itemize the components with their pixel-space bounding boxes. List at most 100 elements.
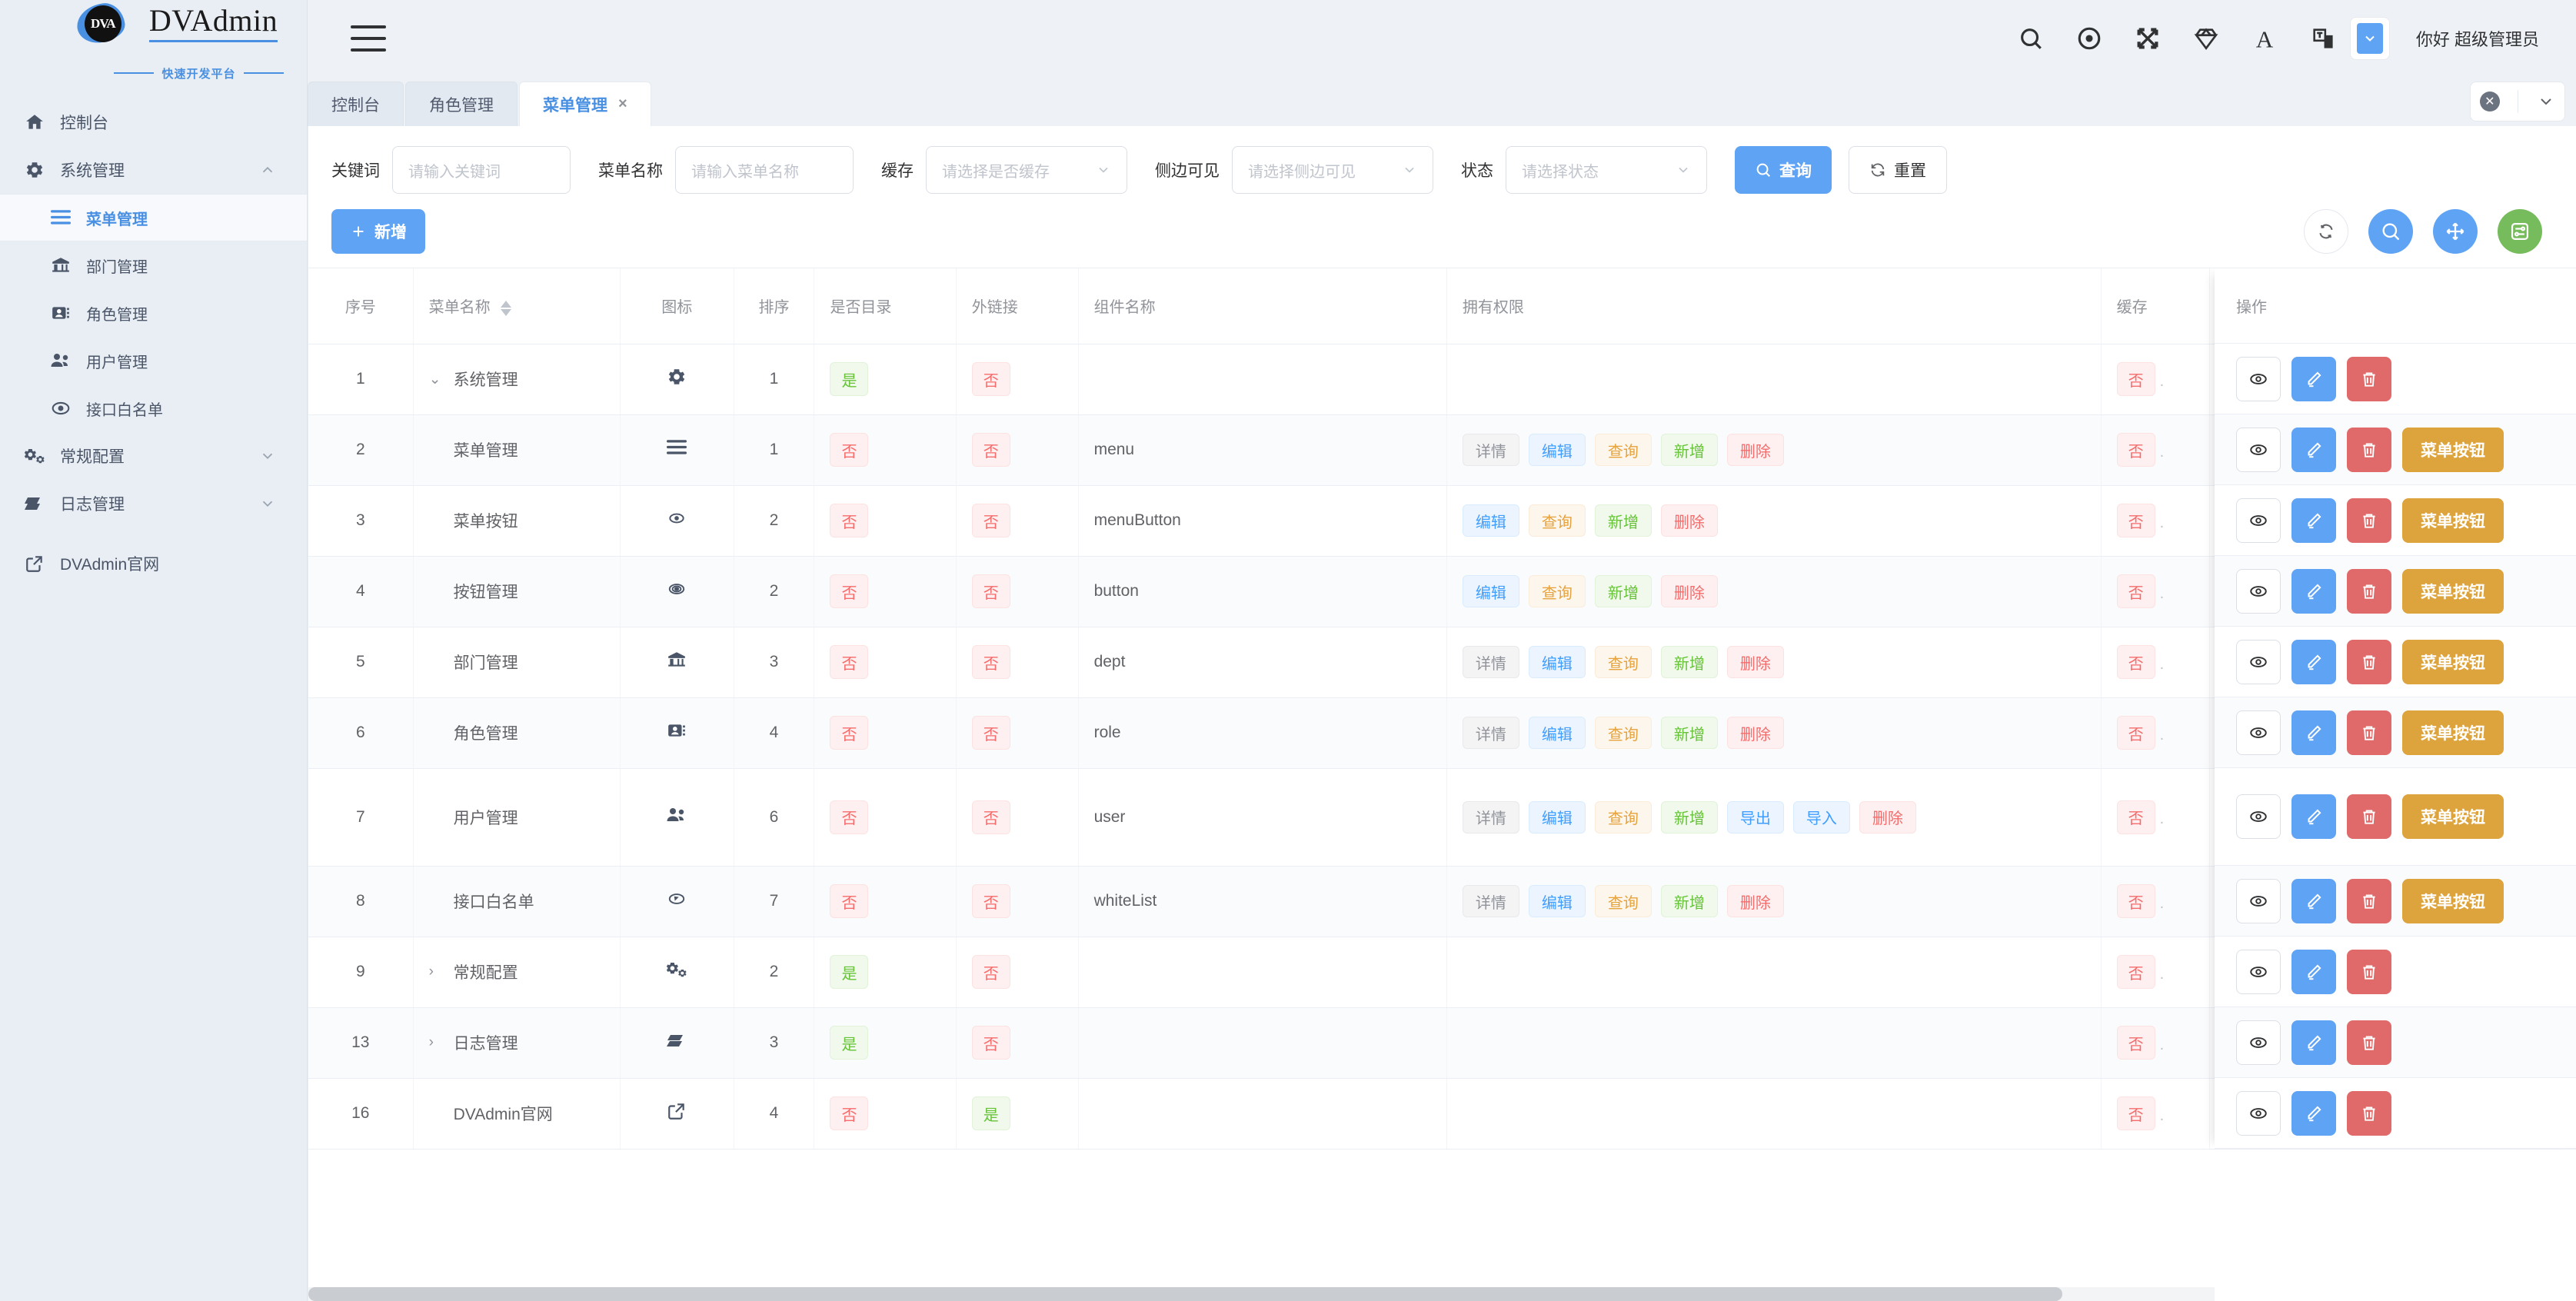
status-select[interactable]: 请选择状态 — [1506, 146, 1707, 194]
permission-tag[interactable]: 新增 — [1660, 434, 1718, 466]
permission-tag[interactable]: 详情 — [1462, 717, 1519, 749]
columns-settings-icon[interactable] — [2498, 209, 2542, 254]
permission-tag[interactable]: 查询 — [1594, 717, 1652, 749]
tab-role-management[interactable]: 角色管理 — [405, 82, 518, 126]
delete-button[interactable] — [2347, 794, 2391, 839]
menu-name-input[interactable]: 请输入菜单名称 — [675, 146, 854, 194]
permission-tag[interactable]: 编辑 — [1528, 717, 1586, 749]
sidebar-item-dashboard[interactable]: 控制台 — [0, 98, 307, 146]
view-button[interactable] — [2236, 356, 2281, 401]
permission-tag[interactable]: 详情 — [1462, 434, 1519, 466]
close-icon[interactable]: × — [618, 95, 627, 113]
menu-button-action[interactable]: 菜单按钮 — [2402, 710, 2504, 755]
delete-button[interactable] — [2347, 568, 2391, 614]
move-icon[interactable] — [2433, 209, 2478, 254]
permission-tag[interactable]: 查询 — [1528, 575, 1586, 607]
cache-select[interactable]: 请选择是否缓存 — [926, 146, 1127, 194]
permission-tag[interactable]: 查询 — [1528, 504, 1586, 537]
close-all-tabs-icon[interactable]: ✕ — [2479, 92, 2500, 111]
permission-tag[interactable]: 查询 — [1594, 646, 1652, 678]
edit-button[interactable] — [2291, 878, 2336, 923]
search-icon[interactable] — [2368, 209, 2413, 254]
side-visible-select[interactable]: 请选择侧边可见 — [1232, 146, 1433, 194]
menu-button-action[interactable]: 菜单按钮 — [2402, 794, 2504, 839]
menu-button-action[interactable]: 菜单按钮 — [2402, 427, 2504, 472]
edit-button[interactable] — [2291, 949, 2336, 994]
edit-button[interactable] — [2291, 427, 2336, 472]
permission-tag[interactable]: 删除 — [1726, 885, 1784, 917]
edit-button[interactable] — [2291, 1090, 2336, 1136]
menu-button-action[interactable]: 菜单按钮 — [2402, 568, 2504, 614]
view-button[interactable] — [2236, 639, 2281, 684]
edit-button[interactable] — [2291, 497, 2336, 543]
view-button[interactable] — [2236, 427, 2281, 472]
view-button[interactable] — [2236, 710, 2281, 755]
search-button[interactable]: 查询 — [1735, 146, 1832, 194]
edit-button[interactable] — [2291, 1020, 2336, 1065]
permission-tag[interactable]: 删除 — [1726, 717, 1784, 749]
row-expander-icon[interactable]: › — [429, 963, 443, 980]
delete-button[interactable] — [2347, 1020, 2391, 1065]
permission-tag[interactable]: 删除 — [1859, 800, 1916, 834]
permission-tag[interactable]: 删除 — [1726, 646, 1784, 678]
permission-tag[interactable]: 详情 — [1462, 885, 1519, 917]
permission-tag[interactable]: 新增 — [1660, 800, 1718, 834]
edit-button[interactable] — [2291, 794, 2336, 839]
permission-tag[interactable]: 查询 — [1594, 434, 1652, 466]
permission-tag[interactable]: 删除 — [1660, 575, 1718, 607]
permission-tag[interactable]: 编辑 — [1528, 434, 1586, 466]
sidebar-item-menu-management[interactable]: 菜单管理 — [0, 194, 307, 241]
delete-button[interactable] — [2347, 710, 2391, 755]
target-icon[interactable] — [2076, 25, 2102, 52]
delete-button[interactable] — [2347, 497, 2391, 543]
horizontal-scrollbar[interactable] — [308, 1287, 2215, 1301]
row-expander-icon[interactable]: ⌄ — [429, 371, 443, 388]
delete-button[interactable] — [2347, 949, 2391, 994]
delete-button[interactable] — [2347, 639, 2391, 684]
col-menu-name[interactable]: 菜单名称 — [413, 268, 621, 344]
permission-tag[interactable]: 导入 — [1792, 800, 1850, 834]
permission-tag[interactable]: 删除 — [1660, 504, 1718, 537]
reset-button[interactable]: 重置 — [1849, 146, 1947, 194]
user-greeting[interactable]: 你好 超级管理员 — [2416, 26, 2539, 51]
permission-tag[interactable]: 新增 — [1660, 717, 1718, 749]
refresh-icon[interactable] — [2304, 209, 2348, 254]
translate-icon[interactable] — [2310, 25, 2336, 52]
edit-button[interactable] — [2291, 639, 2336, 684]
permission-tag[interactable]: 新增 — [1594, 575, 1652, 607]
permission-tag[interactable]: 新增 — [1594, 504, 1652, 537]
permission-tag[interactable]: 查询 — [1594, 800, 1652, 834]
sidebar-item-official-site[interactable]: DVAdmin官网 — [0, 540, 307, 587]
menu-button-action[interactable]: 菜单按钮 — [2402, 639, 2504, 684]
view-button[interactable] — [2236, 794, 2281, 839]
tab-menu-management[interactable]: 菜单管理 × — [519, 82, 651, 126]
sidebar-item-department[interactable]: 部门管理 — [0, 241, 307, 289]
view-button[interactable] — [2236, 568, 2281, 614]
chevron-down-icon[interactable] — [2537, 92, 2555, 111]
sort-icon[interactable] — [501, 300, 512, 316]
shuffle-icon[interactable] — [2135, 25, 2161, 52]
view-button[interactable] — [2236, 1020, 2281, 1065]
sidebar-item-system[interactable]: 系统管理 — [0, 146, 307, 194]
table-scroll-container[interactable]: 序号 菜单名称 图标 排序 是否目录 外链接 组件名称 拥有权限 缓存 1 ⌄ … — [308, 268, 2576, 1301]
edit-button[interactable] — [2291, 710, 2336, 755]
search-icon[interactable] — [2018, 25, 2044, 52]
language-switch-button[interactable] — [2349, 17, 2390, 60]
permission-tag[interactable]: 查询 — [1594, 885, 1652, 917]
add-button[interactable]: 新增 — [331, 209, 425, 254]
sidebar-toggle-button[interactable] — [351, 25, 386, 52]
permission-tag[interactable]: 编辑 — [1462, 575, 1519, 607]
scrollbar-thumb[interactable] — [308, 1287, 2062, 1301]
view-button[interactable] — [2236, 878, 2281, 923]
keyword-input[interactable]: 请输入关键词 — [392, 146, 571, 194]
diamond-icon[interactable] — [2193, 25, 2219, 52]
font-size-icon[interactable]: A — [2252, 25, 2278, 52]
edit-button[interactable] — [2291, 356, 2336, 401]
delete-button[interactable] — [2347, 878, 2391, 923]
delete-button[interactable] — [2347, 427, 2391, 472]
row-expander-icon[interactable]: › — [429, 1034, 443, 1051]
delete-button[interactable] — [2347, 356, 2391, 401]
permission-tag[interactable]: 详情 — [1462, 646, 1519, 678]
view-button[interactable] — [2236, 497, 2281, 543]
edit-button[interactable] — [2291, 568, 2336, 614]
